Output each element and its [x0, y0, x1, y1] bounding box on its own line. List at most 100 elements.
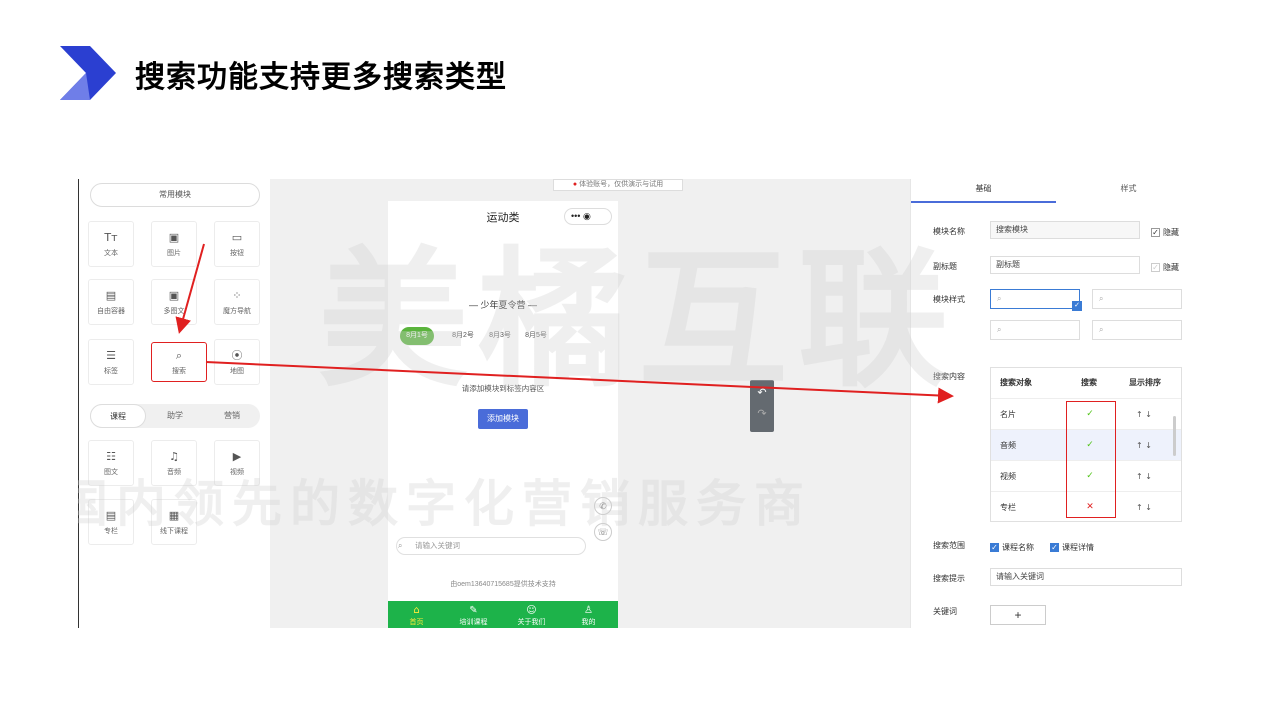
search-prompt-input[interactable]: 请输入关键词 — [990, 568, 1182, 586]
module-name-input[interactable]: 搜索模块 — [990, 221, 1140, 239]
sort-arrows-icon[interactable]: ↑ ↓ — [1136, 399, 1152, 430]
style-option-3[interactable]: ⌕ — [990, 320, 1080, 340]
brand-logo-icon — [60, 46, 116, 100]
module-tile-map[interactable]: ⦿ 地图 — [214, 339, 260, 385]
range-option-label: 课程详情 — [1062, 543, 1094, 553]
phone-preview: 运动类 ••• ◉ — 少年夏令营 — 8月1号 8月2号 8月3号 8月5号 … — [388, 201, 618, 628]
sort-arrows-icon[interactable]: ↑ ↓ — [1136, 430, 1152, 461]
search-icon: ⌕ — [997, 294, 1002, 303]
pencil-icon: ✎ — [469, 605, 478, 616]
hide-label: 隐藏 — [1163, 228, 1179, 238]
toast-text: 体验账号，仅供演示与试用 — [579, 181, 664, 188]
warning-icon: ● — [572, 181, 578, 188]
tile-label: 按钮 — [230, 250, 244, 257]
phone-call-icon[interactable]: ✆ — [594, 497, 612, 515]
module-tile-tag[interactable]: ☰ 标签 — [88, 339, 134, 385]
sort-arrows-icon[interactable]: ↑ ↓ — [1136, 492, 1152, 523]
tile-label: 线下课程 — [160, 528, 188, 535]
container-icon: ▤ — [105, 289, 117, 302]
range-course-name-checkbox[interactable]: ✓ 课程名称 — [990, 539, 1034, 557]
wechat-icon[interactable]: ☏ — [594, 523, 612, 541]
module-tile-video[interactable]: ▶ 视频 — [214, 440, 260, 486]
demo-account-toast: ● 体验账号，仅供演示与试用 — [553, 179, 683, 191]
hide-title-checkbox[interactable]: ✓ 隐藏 — [1151, 224, 1179, 242]
style-option-2[interactable]: ⌕ — [1092, 289, 1182, 309]
add-module-button[interactable]: 添加模块 — [478, 409, 528, 429]
empty-tab-hint: 请添加模块到标签内容区 — [461, 384, 545, 393]
nav-label: 首页 — [409, 619, 424, 626]
checkbox-checked-icon: ✓ — [990, 543, 999, 553]
section-title: — 少年夏令营 — — [468, 300, 537, 310]
subtitle-input[interactable]: 副标题 — [990, 256, 1140, 274]
slide-title: 搜索功能支持更多搜索类型 — [135, 61, 507, 94]
editor-screenshot: 常用模块 Tт 文本 ▣ 图片 ▭ 按钮 ▤ 自由容器 ▣ 多图文 ⁘ 魔方导航 ☰ 标签 ⌕… — [78, 179, 1200, 628]
module-tile-text[interactable]: Tт 文本 — [88, 221, 134, 267]
tile-label: 专栏 — [104, 528, 118, 535]
style-option-1[interactable]: ⌕ — [990, 289, 1080, 309]
offline-course-icon: ▦ — [168, 509, 180, 522]
add-keyword-button[interactable]: + — [990, 605, 1046, 625]
table-scrollbar[interactable] — [1173, 416, 1176, 456]
date-tab-3[interactable]: 8月3号 — [483, 327, 517, 345]
article-icon: ☷ — [106, 450, 116, 463]
module-tile-container[interactable]: ▤ 自由容器 — [88, 279, 134, 325]
style-option-4[interactable]: ⌕ — [1092, 320, 1182, 340]
tile-label: 搜索 — [172, 368, 186, 375]
tab-style[interactable]: 样式 — [1056, 179, 1200, 203]
module-tile-audio[interactable]: ♫ 音频 — [151, 440, 197, 486]
sort-arrows-icon[interactable]: ↑ ↓ — [1136, 461, 1152, 492]
nav-about[interactable]: ☺ 关于我们 — [503, 601, 560, 628]
module-panel: 常用模块 Tт 文本 ▣ 图片 ▭ 按钮 ▤ 自由容器 ▣ 多图文 ⁘ 魔方导航 ☰ 标签 ⌕… — [78, 179, 270, 628]
undo-redo-toolbar: ↶ ↷ — [750, 380, 774, 432]
tab-marketing[interactable]: 营销 — [204, 404, 260, 428]
nav-mine[interactable]: ♙ 我的 — [560, 601, 617, 628]
checkbox-checked-icon: ✓ — [1151, 228, 1160, 238]
tile-label: 视频 — [230, 469, 244, 476]
module-category-tabs: 课程 助学 营销 — [90, 404, 260, 428]
tab-study[interactable]: 助学 — [147, 404, 203, 428]
module-tile-image[interactable]: ▣ 图片 — [151, 221, 197, 267]
tech-support-text: 由oem13640715685提供技术支持 — [450, 581, 556, 588]
multi-image-icon: ▣ — [168, 289, 180, 302]
phone-search-input[interactable]: 请输入关键词 — [396, 537, 586, 555]
subtitle-label: 副标题 — [933, 262, 957, 271]
nav-label: 我的 — [581, 619, 596, 626]
video-icon: ▶ — [232, 450, 242, 463]
range-course-detail-checkbox[interactable]: ✓ 课程详情 — [1050, 539, 1094, 557]
redo-icon[interactable]: ↷ — [750, 407, 774, 420]
user-icon: ♙ — [584, 605, 593, 616]
tab-course[interactable]: 课程 — [90, 404, 146, 428]
tile-label: 地图 — [230, 368, 244, 375]
nav-label: 关于我们 — [517, 619, 546, 626]
module-tile-column[interactable]: ▤ 专栏 — [88, 499, 134, 545]
tab-basic[interactable]: 基础 — [911, 179, 1056, 203]
row-name: 音频 — [1000, 441, 1016, 450]
search-icon: ⌕ — [1099, 294, 1104, 303]
date-tab-2[interactable]: 8月2号 — [446, 327, 480, 345]
settings-panel: 基础 样式 模块名称 搜索模块 ✓ 隐藏 副标题 副标题 ✓ 隐藏 模块样式 ⌕ ✓… — [910, 179, 1200, 628]
module-tile-search[interactable]: ⌕ 搜索 — [151, 342, 207, 382]
module-tile-multi-image[interactable]: ▣ 多图文 — [151, 279, 197, 325]
tag-icon: ☰ — [106, 349, 116, 362]
tile-label: 图片 — [167, 250, 181, 257]
module-name-label: 模块名称 — [933, 227, 965, 236]
module-tile-article[interactable]: ☷ 图文 — [88, 440, 134, 486]
row-name: 视频 — [1000, 472, 1016, 481]
checkbox-checked-icon: ✓ — [1151, 263, 1160, 273]
about-icon: ☺ — [526, 605, 537, 616]
undo-icon[interactable]: ↶ — [750, 386, 774, 399]
row-name: 名片 — [1000, 410, 1016, 419]
date-tab-4[interactable]: 8月5号 — [519, 327, 553, 345]
miniprogram-capsule[interactable]: ••• ◉ — [564, 208, 612, 225]
date-tab-1[interactable]: 8月1号 — [400, 327, 434, 345]
module-tile-offline-course[interactable]: ▦ 线下课程 — [151, 499, 197, 545]
hide-subtitle-checkbox[interactable]: ✓ 隐藏 — [1151, 259, 1179, 277]
search-icon: ⌕ — [175, 349, 183, 362]
nav-home[interactable]: ⌂ 首页 — [388, 601, 445, 628]
search-column-highlight — [1066, 401, 1116, 518]
tile-label: 魔方导航 — [223, 308, 251, 315]
module-tile-button[interactable]: ▭ 按钮 — [214, 221, 260, 267]
nav-courses[interactable]: ✎ 培训课程 — [445, 601, 502, 628]
module-tile-cube-nav[interactable]: ⁘ 魔方导航 — [214, 279, 260, 325]
common-modules-header[interactable]: 常用模块 — [90, 183, 260, 207]
